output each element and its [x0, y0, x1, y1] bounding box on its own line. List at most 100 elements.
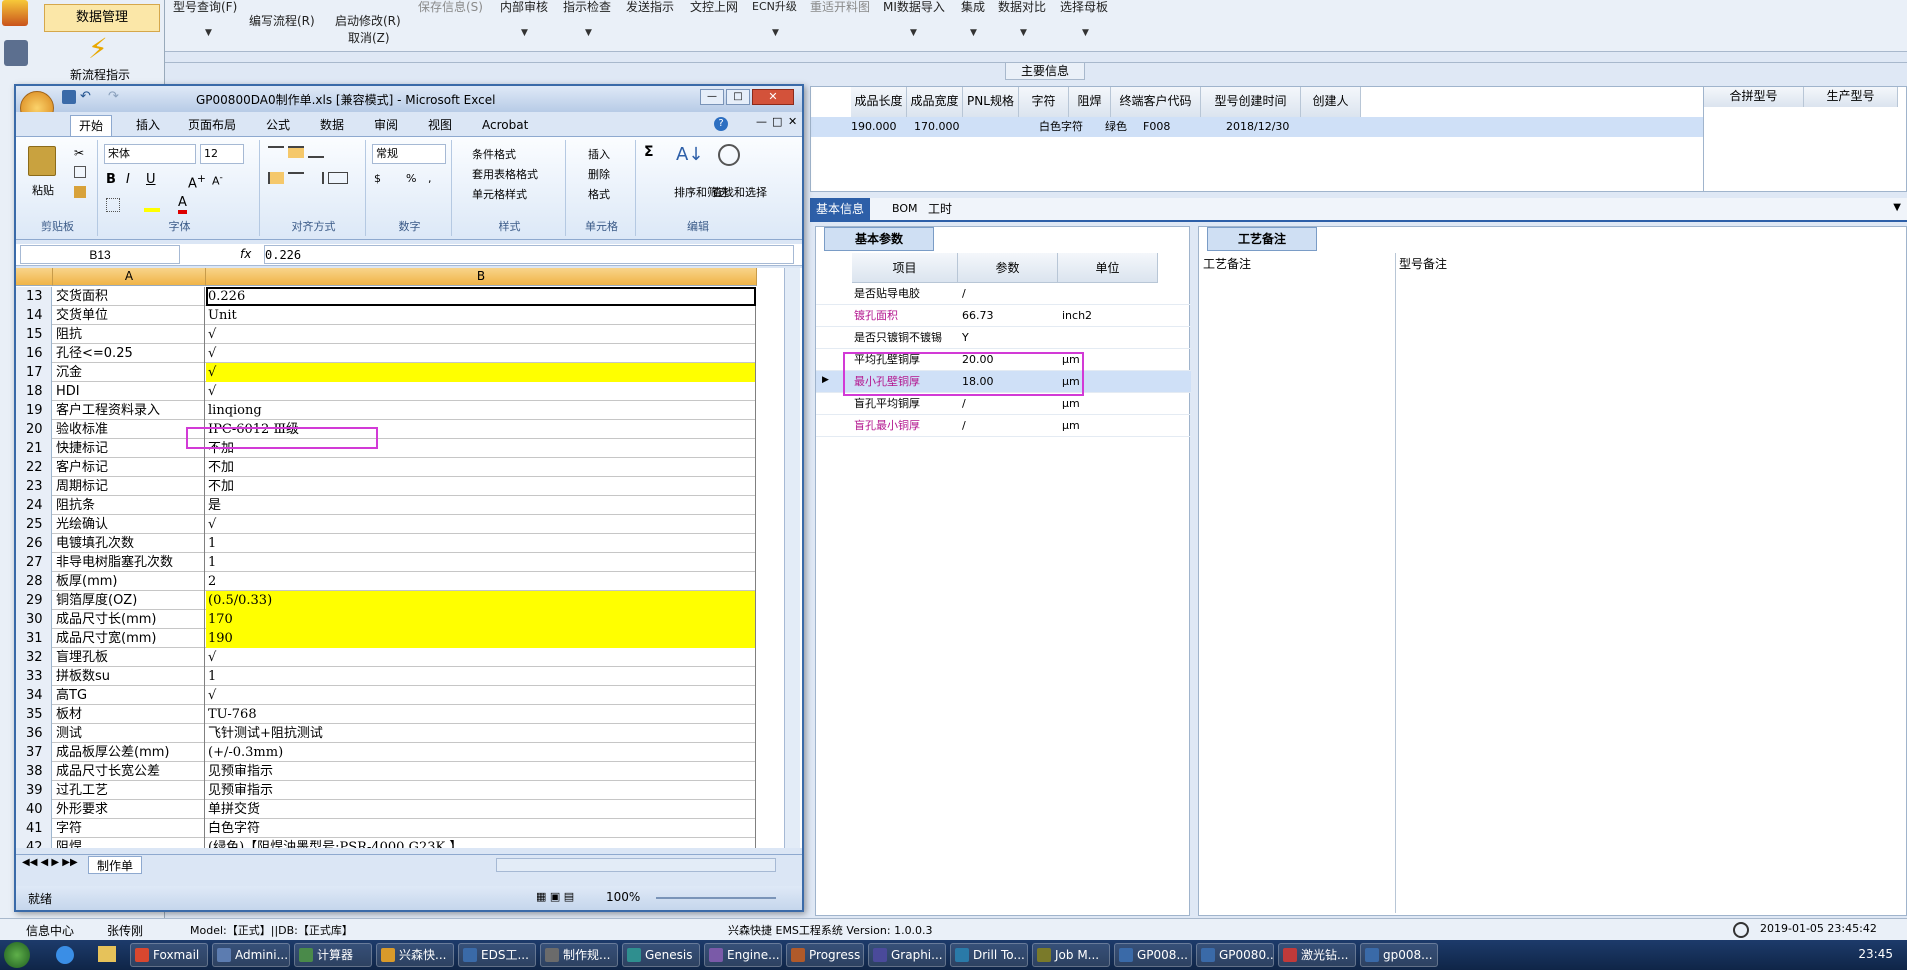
cell-b[interactable]: 0.226 [206, 287, 756, 306]
cell-b[interactable]: 白色字符 [206, 819, 756, 838]
toolbar-start-modify[interactable]: 启动修改(R) [335, 12, 401, 29]
cell-a[interactable]: 验收标准 [53, 420, 205, 439]
taskbar-item[interactable]: Progress [786, 943, 864, 967]
autosum-icon[interactable]: Σ [644, 144, 654, 160]
grid-header[interactable]: 型号创建时间 [1201, 87, 1301, 117]
find-icon[interactable] [718, 144, 740, 166]
row-number[interactable]: 33 [16, 667, 52, 686]
cell-b[interactable]: 1 [206, 553, 756, 572]
param-row[interactable]: 平均孔壁铜厚 20.00 μm [816, 349, 1191, 371]
cell-a[interactable]: 客户工程资料录入 [53, 401, 205, 420]
ribbon-restore-icon[interactable]: □ [772, 115, 782, 128]
row-number[interactable]: 19 [16, 401, 52, 420]
cell-a[interactable]: 电镀填孔次数 [53, 534, 205, 553]
info-center-link[interactable]: 信息中心 [26, 922, 74, 939]
taskbar-item[interactable]: gp008... [1360, 943, 1438, 967]
param-value[interactable]: / [962, 393, 966, 415]
grid-header[interactable]: 成品宽度 [907, 87, 963, 117]
toolbar-redo-cutting[interactable]: 重适开料图 [810, 0, 870, 15]
param-row[interactable]: 是否只镀铜不镀锡 Y [816, 327, 1191, 349]
start-button[interactable] [4, 942, 30, 968]
taskbar-item[interactable]: Graphi... [868, 943, 946, 967]
cell-a[interactable]: 板厚(mm) [53, 572, 205, 591]
row-number[interactable]: 24 [16, 496, 52, 515]
row-number[interactable]: 20 [16, 420, 52, 439]
taskbar-item[interactable]: 激光钻... [1278, 943, 1356, 967]
cell-b[interactable]: √ [206, 382, 756, 401]
toolbar-mi-import[interactable]: MI数据导入 [883, 0, 945, 15]
taskbar-item[interactable]: GP008... [1114, 943, 1192, 967]
grid-header[interactable]: PNL规格 [963, 87, 1019, 117]
cell-b[interactable]: 见预审指示 [206, 781, 756, 800]
cell-b[interactable]: √ [206, 363, 756, 382]
number-format-select[interactable]: 常规 [372, 144, 446, 164]
ie-icon[interactable] [56, 946, 74, 964]
format-painter-icon[interactable] [74, 186, 86, 198]
align-left-icon[interactable] [268, 172, 284, 184]
taskbar-item[interactable]: Foxmail [130, 943, 208, 967]
cell-a[interactable]: 成品尺寸长(mm) [53, 610, 205, 629]
cell-a[interactable]: 客户标记 [53, 458, 205, 477]
nav-new-process-label[interactable]: 新流程指示 [70, 66, 130, 83]
printer-icon[interactable] [4, 40, 28, 66]
row-number[interactable]: 21 [16, 439, 52, 458]
row-number[interactable]: 27 [16, 553, 52, 572]
cell-a[interactable]: 周期标记 [53, 477, 205, 496]
chevron-down-icon[interactable]: ▼ [910, 28, 917, 38]
cell-b[interactable]: 190 [206, 629, 756, 648]
cell-b[interactable]: 1 [206, 667, 756, 686]
cell-b[interactable]: 不加 [206, 439, 756, 458]
format-cells-button[interactable]: 格式 [588, 186, 610, 202]
cell-b[interactable]: IPC-6012 Ⅲ级 [206, 420, 756, 439]
param-value[interactable]: 66.73 [962, 305, 994, 327]
percent-button[interactable]: % [406, 172, 416, 185]
row-number[interactable]: 38 [16, 762, 52, 781]
horizontal-scrollbar[interactable] [496, 858, 776, 872]
zoom-slider[interactable] [656, 897, 776, 899]
model-notes-input[interactable] [1399, 275, 1899, 911]
toolbar-integrate[interactable]: 集成 [961, 0, 985, 15]
cell-b[interactable]: √ [206, 686, 756, 705]
row-number[interactable]: 30 [16, 610, 52, 629]
toolbar-cancel[interactable]: 取消(Z) [348, 29, 390, 46]
nav-data-management[interactable]: 数据管理 [44, 4, 160, 32]
cell-a[interactable]: 外形要求 [53, 800, 205, 819]
paste-icon[interactable] [28, 146, 56, 176]
row-number[interactable]: 16 [16, 344, 52, 363]
row-number[interactable]: 26 [16, 534, 52, 553]
cell-a[interactable]: 成品板厚公差(mm) [53, 743, 205, 762]
taskbar-item[interactable]: 计算器 [294, 943, 372, 967]
chevron-down-icon[interactable]: ▼ [1082, 28, 1089, 38]
toolbar-model-query[interactable]: 型号查询(F) [173, 0, 237, 15]
toolbar-check[interactable]: 指示检查 [563, 0, 611, 15]
cell-b[interactable]: √ [206, 648, 756, 667]
taskbar-item[interactable]: GP0080... [1196, 943, 1274, 967]
fx-icon[interactable]: fx [240, 247, 251, 261]
cell-a[interactable]: 非导电树脂塞孔次数 [53, 553, 205, 572]
cell-a[interactable]: 交货面积 [53, 287, 205, 306]
paste-button[interactable]: 粘贴 [32, 182, 54, 198]
taskbar-item[interactable]: Admini... [212, 943, 290, 967]
chevron-down-icon[interactable]: ▼ [205, 28, 212, 38]
param-row[interactable]: 最小孔壁铜厚 18.00 μm [816, 371, 1191, 393]
ribbon-close-icon[interactable]: ✕ [788, 115, 797, 128]
close-button[interactable]: ✕ [752, 89, 794, 105]
cell-a[interactable]: 阻抗条 [53, 496, 205, 515]
param-value[interactable]: Y [962, 327, 969, 349]
cell-b[interactable]: 是 [206, 496, 756, 515]
bold-button[interactable]: B [106, 172, 116, 187]
taskbar-item[interactable]: Job M... [1032, 943, 1110, 967]
cell-a[interactable]: 成品尺寸长宽公差 [53, 762, 205, 781]
chevron-down-icon[interactable]: ▼ [970, 28, 977, 38]
cell-a[interactable]: 快捷标记 [53, 439, 205, 458]
cell-a[interactable]: 板材 [53, 705, 205, 724]
cell-b[interactable]: (+/-0.3mm) [206, 743, 756, 762]
param-value[interactable]: 18.00 [962, 371, 994, 393]
row-number[interactable]: 15 [16, 325, 52, 344]
taskbar-item[interactable]: Genesis [622, 943, 700, 967]
grid-header[interactable]: 合拼型号 [1704, 87, 1804, 107]
align-right-icon[interactable] [308, 172, 324, 184]
cell-a[interactable]: 沉金 [53, 363, 205, 382]
cell-b[interactable]: √ [206, 325, 756, 344]
row-number[interactable]: 35 [16, 705, 52, 724]
